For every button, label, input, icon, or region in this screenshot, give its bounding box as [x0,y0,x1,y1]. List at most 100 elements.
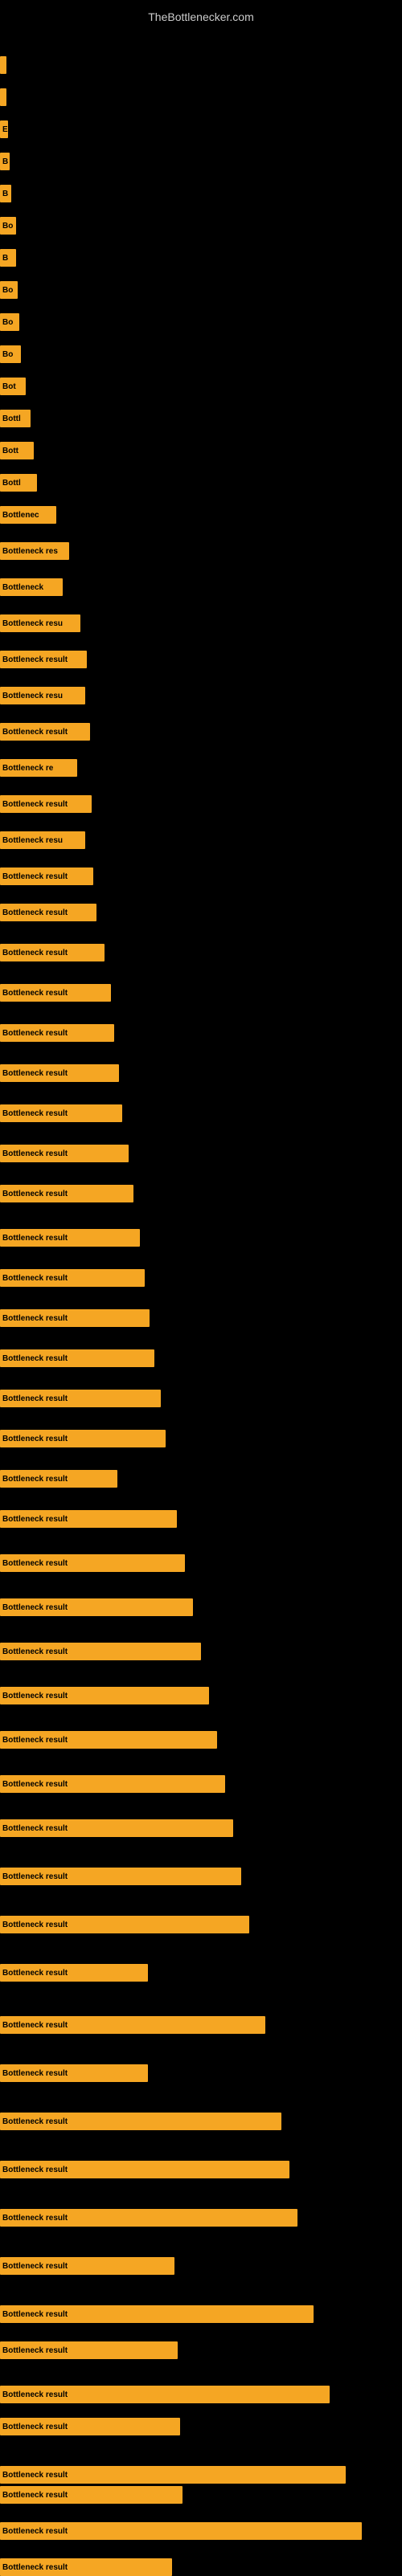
bar-item [0,56,6,74]
bar-item: Bottleneck result [0,1819,233,1837]
bar-item: Bo [0,313,19,331]
bar-label: Bottleneck result [2,1824,68,1833]
bar-label: Bottleneck result [2,1692,68,1700]
bar-item: Bottleneck result [0,2522,362,2540]
bar-item: Bottleneck result [0,723,90,741]
bar-label: Bott [2,447,18,455]
bar-row: Bottleneck result [0,1024,114,1042]
bar-label: Bottleneck result [2,1780,68,1789]
bar-row: Bottleneck result [0,2466,346,2484]
bar-row: Bottleneck result [0,1430,166,1447]
bar-row: Bottleneck result [0,984,111,1002]
bar-label: Bottleneck result [2,2021,68,2030]
bar-row: Bottleneck resu [0,614,80,632]
bar-label: Bot [2,382,16,391]
bar-row: Bottleneck result [0,1145,129,1162]
bar-row: Bottleneck result [0,2305,314,2323]
bar-item: E [0,120,8,138]
bar-item: Bottleneck result [0,1349,154,1367]
bar-item: Bottleneck result [0,2558,172,2576]
bar-row: Bottleneck result [0,2386,330,2403]
bar-item: Bottleneck result [0,2016,265,2034]
bar-row: Bott [0,442,34,459]
bar-label: Bottleneck result [2,1029,68,1038]
bar-label: Bottleneck result [2,1969,68,1978]
bar-item: Bottleneck result [0,1145,129,1162]
bar-item: Bottleneck result [0,2341,178,2359]
bar-item: Bottleneck result [0,1430,166,1447]
bar-label: Bottl [2,414,21,423]
bar-row: Bottleneck re [0,759,77,777]
bar-row: Bottleneck result [0,1775,225,1793]
bar-item: Bottleneck result [0,2305,314,2323]
bar-label: Bottleneck result [2,1069,68,1078]
bar-item: Bottleneck result [0,1185,133,1202]
bar-label: Bottleneck resu [2,836,63,845]
bar-row: Bottleneck result [0,1687,209,1704]
bar-row: Bottleneck result [0,868,93,885]
bar-label: Bottleneck result [2,2166,68,2174]
bar-item: Bottleneck re [0,759,77,777]
bar-row: Bottleneck result [0,2522,362,2540]
bar-label: Bottlenec [2,511,39,520]
bar-label: Bo [2,318,13,327]
bar-row: Bottleneck [0,578,63,596]
bar-label: Bottleneck result [2,800,68,809]
bar-row: Bottleneck result [0,2209,297,2227]
bar-label: Bottleneck result [2,1314,68,1323]
bar-item: Bottleneck result [0,2486,183,2504]
bar-label: Bottl [2,479,21,488]
bar-label: Bottleneck result [2,1921,68,1929]
bar-item: Bottleneck result [0,1554,185,1572]
bar-item: Bot [0,378,26,395]
bar-item: Bottleneck result [0,1024,114,1042]
bar-item: Bottleneck result [0,1775,225,1793]
bar-label: Bottleneck result [2,1603,68,1612]
bar-label: Bo [2,286,13,295]
bar-item: Bottleneck result [0,1269,145,1287]
bar-label: Bottleneck result [2,2069,68,2078]
bar-row: Bottleneck result [0,2418,180,2435]
bar-row: B [0,249,16,267]
bar-row: Bottleneck result [0,1309,150,1327]
bar-row: Bottleneck result [0,1819,233,1837]
bar-item: Bottleneck [0,578,63,596]
bar-row: Bottleneck result [0,1868,241,1885]
bar-label: B [2,157,8,166]
bars-container: EBBBoBBoBoBoBotBottlBottBottlBottlenecBo… [0,24,402,2570]
bar-item: B [0,185,11,202]
bar-label: Bottleneck result [2,1274,68,1283]
bar-item: Bottleneck result [0,2064,148,2082]
bar-label: Bottleneck result [2,872,68,881]
bar-label: Bottleneck result [2,1736,68,1745]
bar-label: B [2,254,8,263]
bar-row: Bottleneck result [0,1229,140,1247]
bar-label: Bottleneck result [2,1109,68,1118]
bar-label: Bottleneck result [2,2390,68,2399]
bar-item: Bottl [0,474,37,492]
bar-item: Bottleneck result [0,904,96,921]
bar-item: Bottleneck result [0,651,87,668]
bar-row: Bo [0,313,19,331]
bar-row: E [0,120,8,138]
bar-label: Bottleneck resu [2,692,63,700]
bar-row: Bottleneck result [0,1390,161,1407]
bar-row: Bottleneck result [0,1269,145,1287]
bar-row: Bottleneck res [0,542,69,560]
bar-row: Bottleneck result [0,2558,172,2576]
bar-row: Bottleneck result [0,2064,148,2082]
bar-item: Bottlenec [0,506,56,524]
bar-item: Bottleneck result [0,2209,297,2227]
bar-label: Bottleneck result [2,908,68,917]
bar-item: Bottleneck result [0,1731,217,1749]
bar-item: Bottleneck result [0,1916,249,1933]
bar-label: Bottleneck resu [2,619,63,628]
bar-item: Bottleneck result [0,944,105,961]
bar-label: Bottleneck result [2,2527,68,2536]
bar-row: Bottleneck resu [0,831,85,849]
bar-row: Bo [0,345,21,363]
bar-item [0,88,6,106]
bar-row: Bottleneck result [0,651,87,668]
bar-label: Bottleneck result [2,1872,68,1881]
bar-row: Bottleneck result [0,1470,117,1488]
